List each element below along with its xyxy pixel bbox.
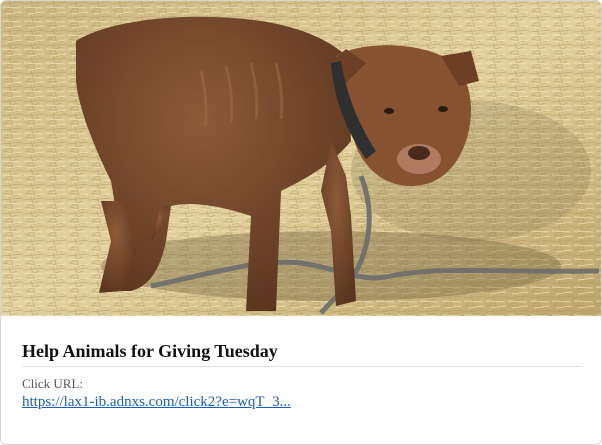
ad-card: Help Animals for Giving Tuesday Click UR… xyxy=(0,0,602,445)
ad-content: Help Animals for Giving Tuesday Click UR… xyxy=(22,341,582,411)
click-url-link[interactable]: https://lax1-ib.adnxs.com/click2?e=wqT_3… xyxy=(22,394,291,411)
ad-title[interactable]: Help Animals for Giving Tuesday xyxy=(22,341,582,367)
click-url-label: Click URL: xyxy=(22,376,84,391)
ad-image[interactable] xyxy=(1,1,601,316)
